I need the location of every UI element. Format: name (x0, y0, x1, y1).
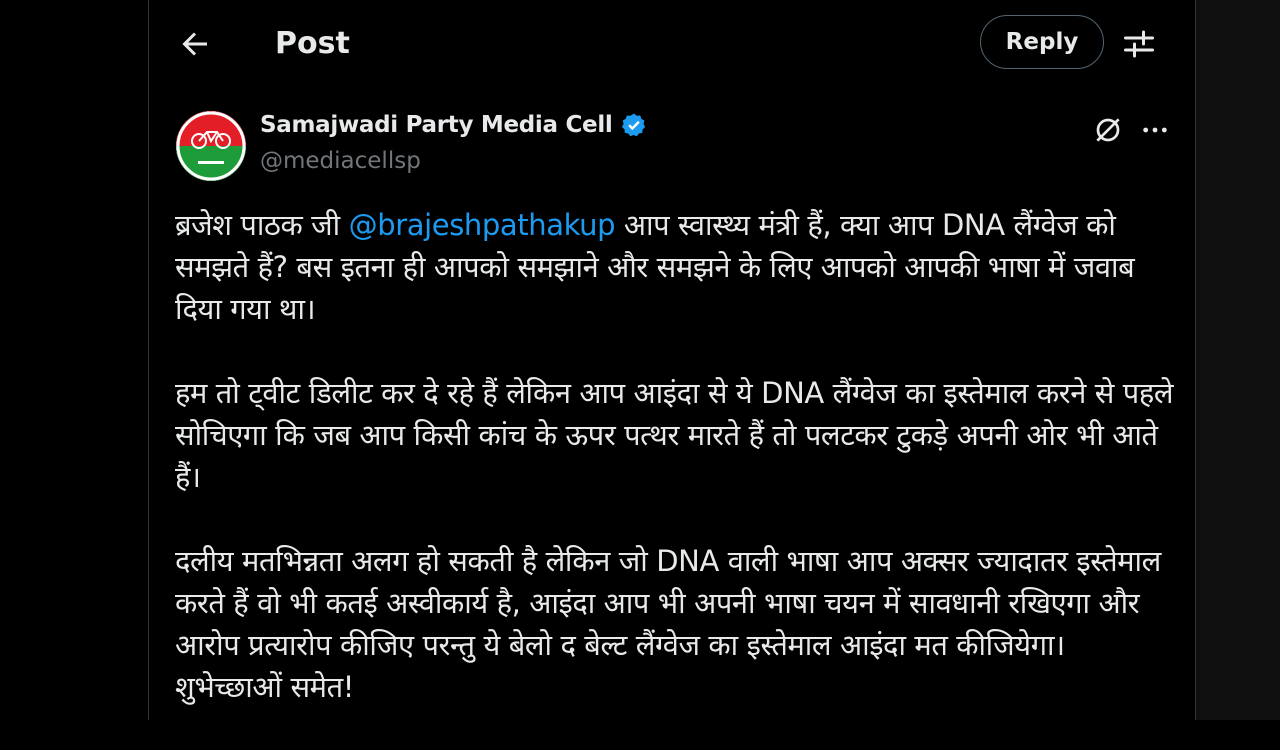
author-handle[interactable]: @mediacellsp (260, 148, 421, 174)
more-horizontal-icon[interactable] (1139, 114, 1171, 146)
post-paragraph: हम तो ट्वीट डिलीट कर दे रहे हैं लेकिन आप… (175, 376, 1174, 494)
post-text-segment: ब्रजेश पाठक जी (175, 208, 349, 242)
page-title: Post (275, 26, 350, 61)
right-sidebar-edge (1195, 0, 1280, 720)
grok-icon[interactable] (1092, 114, 1124, 146)
post-paragraph: ब्रजेश पाठक जी @brajeshpathakup आप स्वास… (175, 204, 1175, 330)
mention-link[interactable]: @brajeshpathakup (349, 208, 616, 242)
party-logo-icon (176, 111, 246, 181)
arrow-left-icon[interactable] (177, 26, 213, 62)
author-name[interactable]: Samajwadi Party Media Cell (260, 112, 613, 138)
author-name-row[interactable]: Samajwadi Party Media Cell (260, 112, 647, 138)
post-paragraph: दलीय मतभिन्नता अलग हो सकती है लेकिन जो D… (175, 544, 1161, 704)
post-header: Post Reply (149, 0, 1195, 88)
sliders-icon[interactable] (1121, 26, 1157, 62)
post-text: ब्रजेश पाठक जी @brajeshpathakup आप स्वास… (175, 204, 1175, 750)
reply-button[interactable]: Reply (980, 15, 1104, 69)
avatar[interactable] (176, 111, 246, 181)
verified-badge-icon (621, 113, 645, 137)
post-column: Post Reply Samajwadi Party Media Cell @m… (148, 0, 1196, 720)
